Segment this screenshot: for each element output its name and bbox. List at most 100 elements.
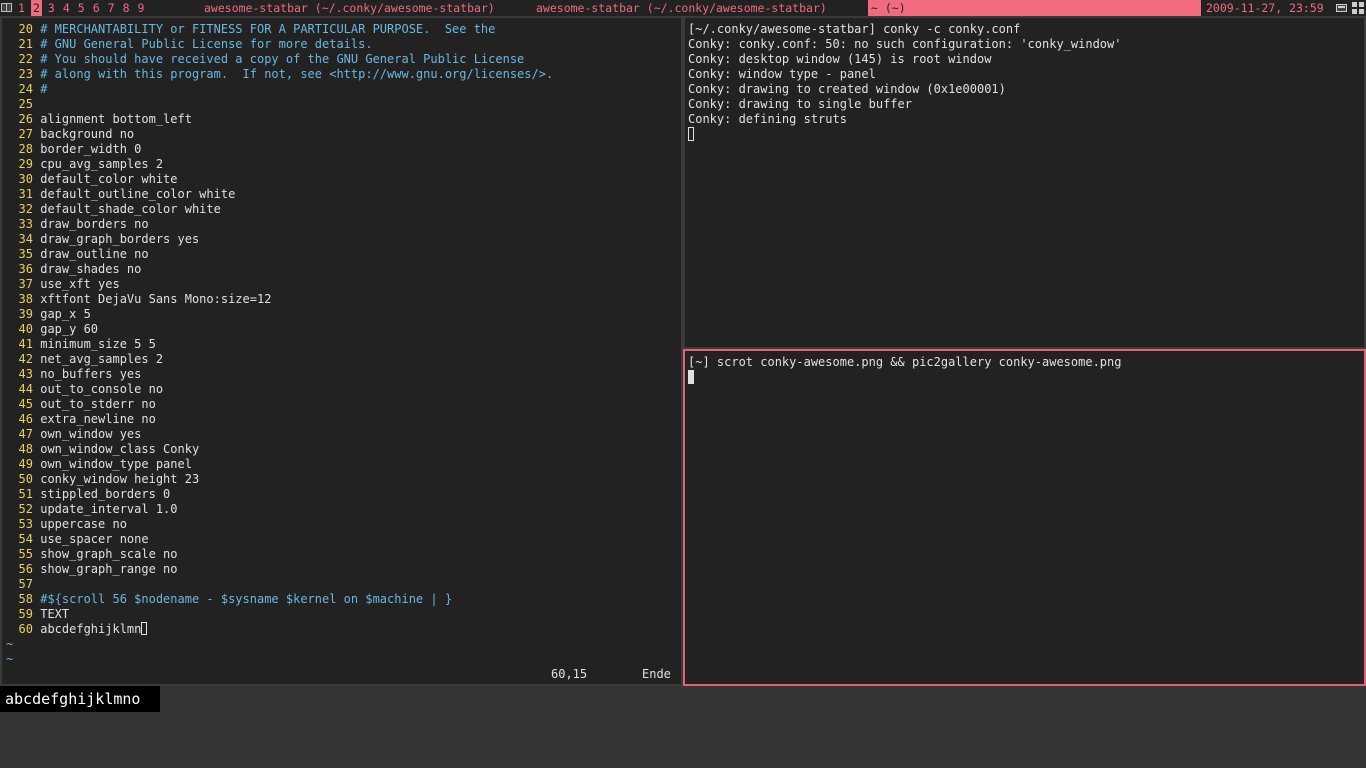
tag-9[interactable]: 9 <box>136 0 147 16</box>
line-text: draw_borders no <box>40 217 149 231</box>
terminal-line: Conky: defining struts <box>688 112 847 126</box>
line-text: out_to_stderr no <box>40 397 156 411</box>
line-text: draw_graph_borders yes <box>40 232 200 246</box>
code-line: 40 gap_y 60 <box>10 322 680 337</box>
empty-line-marker: ~ <box>6 637 14 651</box>
code-line: 48 own_window_class Conky <box>10 442 680 457</box>
tag-6[interactable]: 6 <box>91 0 102 16</box>
line-text: alignment bottom_left <box>40 112 192 126</box>
cursor-position: 60,15 <box>551 667 588 681</box>
line-text: net_avg_samples 2 <box>40 352 164 366</box>
code-line: 52 update_interval 1.0 <box>10 502 680 517</box>
line-text: own_window yes <box>40 427 142 441</box>
tag-3[interactable]: 3 <box>46 0 57 16</box>
terminal-conky-output[interactable]: [~/.conky/awesome-statbar] conky -c conk… <box>683 16 1366 349</box>
line-number: 32 <box>18 202 33 216</box>
code-line: 38 xftfont DejaVu Sans Mono:size=12 <box>10 292 680 307</box>
line-text: own_window_class Conky <box>40 442 200 456</box>
terminal-line: Conky: drawing to single buffer <box>688 97 912 111</box>
tag-4[interactable]: 4 <box>61 0 72 16</box>
code-line: 31 default_outline_color white <box>10 187 680 202</box>
code-line: 58 #${scroll 56 $nodename - $sysname $ke… <box>10 592 680 607</box>
line-number: 40 <box>18 322 33 336</box>
code-line: 34 draw_graph_borders yes <box>10 232 680 247</box>
code-line: 45 out_to_stderr no <box>10 397 680 412</box>
line-number: 46 <box>18 412 33 426</box>
task-item-terminal[interactable]: awesome-statbar (~/.conky/awesome-statba… <box>536 0 836 16</box>
code-line: 20 # MERCHANTABILITY or FITNESS FOR A PA… <box>10 22 680 37</box>
tag-8[interactable]: 8 <box>121 0 132 16</box>
line-number: 57 <box>18 577 33 591</box>
line-text: own_window_type panel <box>40 457 192 471</box>
line-number: 49 <box>18 457 33 471</box>
code-line: 23 # along with this program. If not, se… <box>10 67 680 82</box>
code-line: 51 stippled_borders 0 <box>10 487 680 502</box>
terminal-line: Conky: drawing to created window (0x1e00… <box>688 82 1006 96</box>
tag-7[interactable]: 7 <box>106 0 117 16</box>
line-text: out_to_console no <box>40 382 164 396</box>
code-line: 26 alignment bottom_left <box>10 112 680 127</box>
line-text: border_width 0 <box>40 142 142 156</box>
conky-panel: abcdefghijklmno <box>0 686 160 712</box>
tag-5[interactable]: 5 <box>76 0 87 16</box>
code-line: 30 default_color white <box>10 172 680 187</box>
terminal-line: [~/.conky/awesome-statbar] conky -c conk… <box>688 22 1021 36</box>
task-item-home-terminal-focused[interactable]: ~ (~) <box>868 0 1201 16</box>
code-line: 21 # GNU General Public License for more… <box>10 37 680 52</box>
line-text: #${scroll 56 $nodename - $sysname $kerne… <box>40 592 453 606</box>
line-number: 22 <box>18 52 33 66</box>
top-status-bar: 123456789 awesome-statbar (~/.conky/awes… <box>0 0 1366 16</box>
prompt-cursor-line <box>688 370 1358 385</box>
line-text: background no <box>40 127 135 141</box>
code-line: 54 use_spacer none <box>10 532 680 547</box>
line-text: default_shade_color white <box>40 202 221 216</box>
vim-editor-window[interactable]: 20 # MERCHANTABILITY or FITNESS FOR A PA… <box>0 16 683 686</box>
code-line: 24 # <box>10 82 680 97</box>
line-number: 44 <box>18 382 33 396</box>
code-line: 25 <box>10 97 680 112</box>
line-text: stippled_borders 0 <box>40 487 171 501</box>
systray-window-icon[interactable] <box>1336 4 1347 12</box>
terminal-home-focused[interactable]: [~] scrot conky-awesome.png && pic2galle… <box>683 349 1366 686</box>
line-number: 20 <box>18 22 33 36</box>
line-number: 25 <box>18 97 33 111</box>
code-line: 43 no_buffers yes <box>10 367 680 382</box>
line-number: 34 <box>18 232 33 246</box>
layout-grid-icon[interactable] <box>1352 2 1364 14</box>
line-text: extra_newline no <box>40 412 156 426</box>
terminal-output: [~/.conky/awesome-statbar] conky -c conk… <box>688 22 1358 142</box>
line-text: gap_x 5 <box>40 307 91 321</box>
line-number: 23 <box>18 67 33 81</box>
code-line: 50 conky_window height 23 <box>10 472 680 487</box>
task-item-vim[interactable]: awesome-statbar (~/.conky/awesome-statba… <box>204 0 512 16</box>
text-cursor <box>141 622 148 635</box>
line-number: 35 <box>18 247 33 261</box>
layout-tile-icon[interactable] <box>1 3 12 12</box>
terminal-cursor <box>688 127 694 141</box>
scroll-position: Ende <box>642 667 671 681</box>
line-number: 50 <box>18 472 33 486</box>
tag-1[interactable]: 1 <box>16 0 27 16</box>
line-text: default_outline_color white <box>40 187 236 201</box>
line-text: use_spacer none <box>40 532 149 546</box>
code-line: 36 draw_shades no <box>10 262 680 277</box>
line-number: 33 <box>18 217 33 231</box>
line-number: 41 <box>18 337 33 351</box>
line-text: # <box>40 82 48 96</box>
line-number: 58 <box>18 592 33 606</box>
code-line: 22 # You should have received a copy of … <box>10 52 680 67</box>
terminal-cursor <box>688 370 694 384</box>
code-line: 53 uppercase no <box>10 517 680 532</box>
line-text: # You should have received a copy of the… <box>40 52 525 66</box>
line-text: xftfont DejaVu Sans Mono:size=12 <box>40 292 272 306</box>
code-line: 39 gap_x 5 <box>10 307 680 322</box>
code-line: 27 background no <box>10 127 680 142</box>
vim-buffer[interactable]: 20 # MERCHANTABILITY or FITNESS FOR A PA… <box>6 22 680 667</box>
code-line: 37 use_xft yes <box>10 277 680 292</box>
empty-line-marker: ~ <box>6 652 14 666</box>
line-text: default_color white <box>40 172 178 186</box>
line-number: 56 <box>18 562 33 576</box>
code-line: 42 net_avg_samples 2 <box>10 352 680 367</box>
tag-2[interactable]: 2 <box>30 0 42 16</box>
terminal-line: Conky: window type - panel <box>688 67 876 81</box>
